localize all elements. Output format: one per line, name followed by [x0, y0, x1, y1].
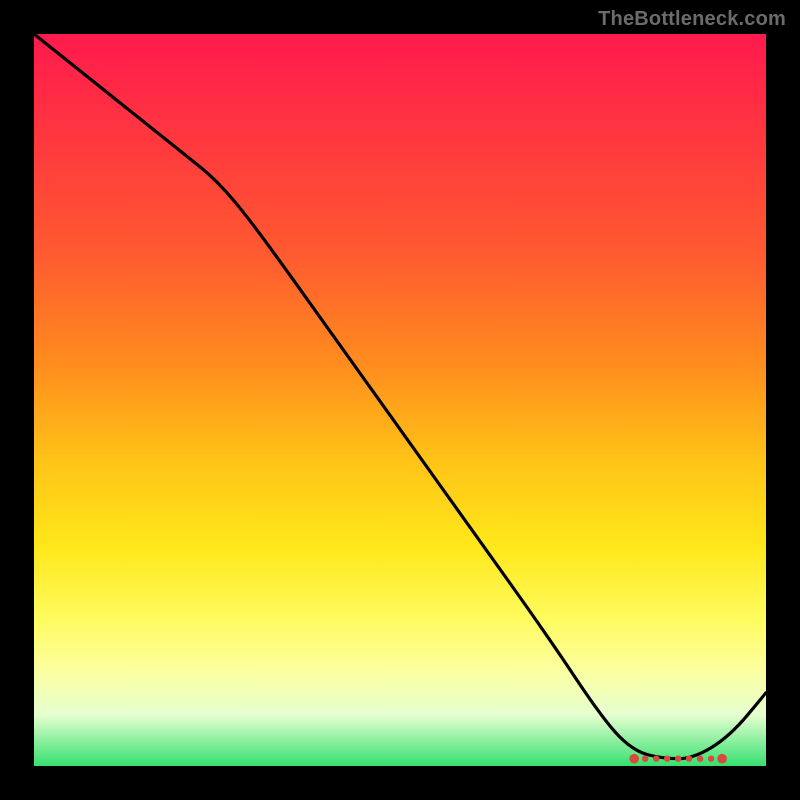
marker-cluster [629, 754, 726, 764]
marker-dot [664, 756, 670, 762]
marker-dot [717, 754, 727, 764]
bottleneck-curve [34, 34, 766, 759]
marker-dot [629, 754, 639, 764]
marker-dot [708, 756, 714, 762]
chart-frame: TheBottleneck.com [0, 0, 800, 800]
chart-svg [34, 34, 766, 766]
plot-area [34, 34, 766, 766]
attribution-label: TheBottleneck.com [598, 8, 786, 31]
marker-dot [686, 756, 692, 762]
marker-dot [653, 756, 659, 762]
marker-dot [697, 756, 703, 762]
marker-dot [675, 756, 681, 762]
marker-dot [642, 756, 648, 762]
